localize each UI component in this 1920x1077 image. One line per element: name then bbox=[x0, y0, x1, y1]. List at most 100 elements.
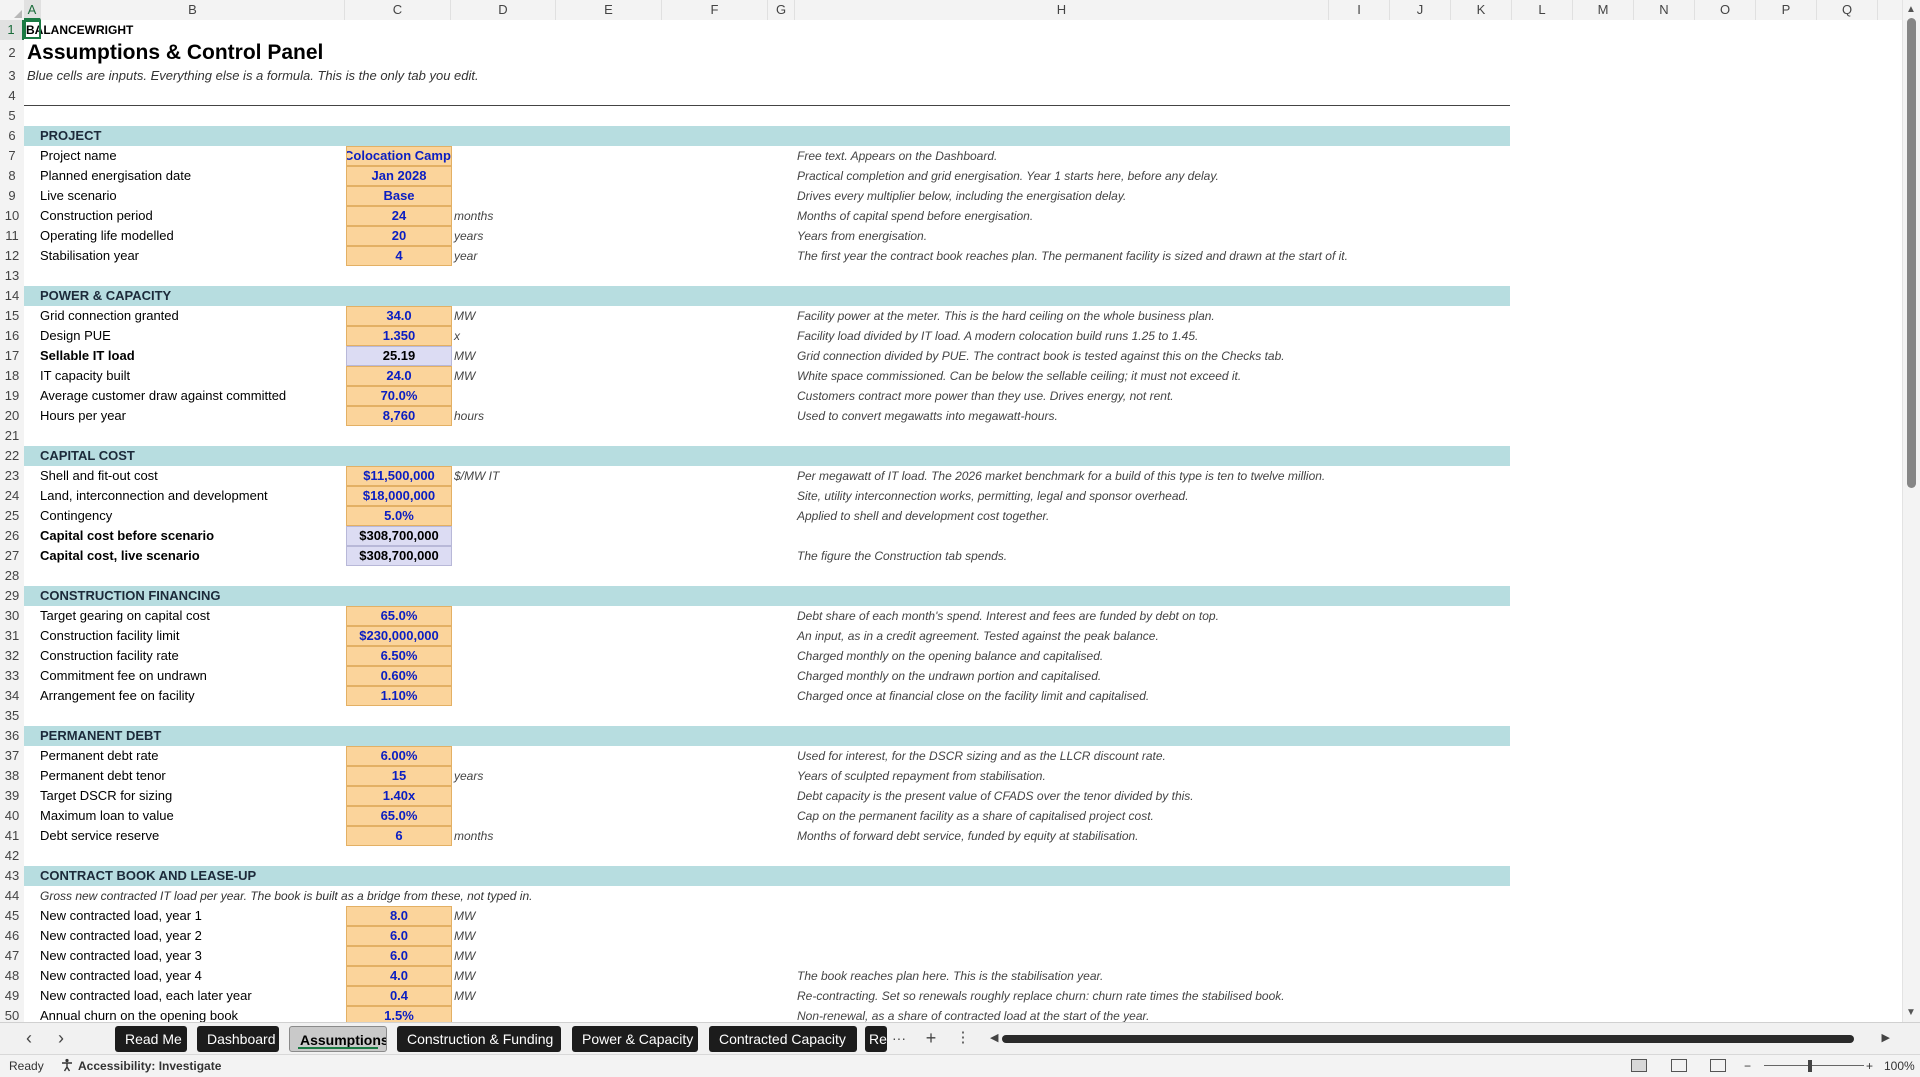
input-cell[interactable]: 24.0 bbox=[346, 366, 452, 386]
note-cell[interactable]: The book reaches plan here. This is the … bbox=[797, 966, 1103, 986]
note-cell[interactable]: Cap on the permanent facility as a share… bbox=[797, 806, 1154, 826]
column-header-l[interactable]: L bbox=[1512, 0, 1573, 20]
row-header[interactable]: 3 bbox=[0, 66, 24, 86]
input-cell[interactable]: $230,000,000 bbox=[346, 626, 452, 646]
note-cell[interactable]: The figure the Construction tab spends. bbox=[797, 546, 1007, 566]
accessibility-icon[interactable] bbox=[60, 1055, 74, 1077]
column-header-k[interactable]: K bbox=[1451, 0, 1512, 20]
input-cell[interactable]: 1.10% bbox=[346, 686, 452, 706]
column-header-f[interactable]: F bbox=[662, 0, 768, 20]
row-header[interactable]: 1 bbox=[0, 20, 24, 40]
input-label[interactable]: New contracted load, year 3 bbox=[40, 946, 202, 966]
brand-label[interactable]: BALANCEWRIGHT bbox=[26, 20, 133, 40]
input-label[interactable]: Contingency bbox=[40, 506, 112, 526]
scroll-left-icon[interactable]: ◀ bbox=[990, 1031, 998, 1044]
input-label[interactable]: Average customer draw against committed bbox=[40, 386, 286, 406]
note-cell[interactable]: Re-contracting. Set so renewals roughly … bbox=[797, 986, 1285, 1006]
row-header[interactable]: 17 bbox=[0, 346, 24, 366]
section-title[interactable]: CONTRACT BOOK AND LEASE-UP bbox=[40, 866, 256, 886]
vertical-scroll-thumb[interactable] bbox=[1907, 18, 1916, 488]
row-header[interactable]: 31 bbox=[0, 626, 24, 646]
row-header[interactable]: 47 bbox=[0, 946, 24, 966]
note-cell[interactable]: Per megawatt of IT load. The 2026 market… bbox=[797, 466, 1325, 486]
note-cell[interactable]: Free text. Appears on the Dashboard. bbox=[797, 146, 997, 166]
note-cell[interactable]: Customers contract more power than they … bbox=[797, 386, 1174, 406]
active-cell-a1[interactable] bbox=[24, 20, 41, 39]
row-header[interactable]: 10 bbox=[0, 206, 24, 226]
input-label[interactable]: Construction period bbox=[40, 206, 153, 226]
row-header[interactable]: 43 bbox=[0, 866, 24, 886]
column-header-o[interactable]: O bbox=[1695, 0, 1756, 20]
note-cell[interactable]: An input, as in a credit agreement. Test… bbox=[797, 626, 1159, 646]
column-header-h[interactable]: H bbox=[795, 0, 1329, 20]
input-label[interactable]: Grid connection granted bbox=[40, 306, 179, 326]
row-header[interactable]: 45 bbox=[0, 906, 24, 926]
scroll-up-icon[interactable]: ▲ bbox=[1906, 4, 1916, 15]
sheet-tab-contracted-capacity[interactable]: Contracted Capacity bbox=[709, 1026, 857, 1052]
sheet-tab-overflow[interactable]: Re bbox=[865, 1026, 887, 1052]
accessibility-status[interactable]: Accessibility: Investigate bbox=[78, 1055, 221, 1077]
input-cell[interactable]: Colocation Campus - Phase I bbox=[346, 146, 452, 166]
horizontal-scroll-thumb[interactable] bbox=[1002, 1035, 1854, 1043]
section-title[interactable]: PERMANENT DEBT bbox=[40, 726, 161, 746]
column-header-c[interactable]: C bbox=[345, 0, 451, 20]
input-label[interactable]: Permanent debt rate bbox=[40, 746, 159, 766]
row-header[interactable]: 42 bbox=[0, 846, 24, 866]
row-header[interactable]: 22 bbox=[0, 446, 24, 466]
row-header[interactable]: 5 bbox=[0, 106, 24, 126]
calc-label[interactable]: Capital cost before scenario bbox=[40, 526, 214, 546]
note-cell[interactable]: Drives every multiplier below, including… bbox=[797, 186, 1126, 206]
note-cell[interactable]: Charged monthly on the opening balance a… bbox=[797, 646, 1103, 666]
sheet-tab-dashboard[interactable]: Dashboard bbox=[197, 1026, 279, 1052]
column-header-a[interactable]: A bbox=[24, 0, 41, 20]
unit-cell[interactable]: MW bbox=[454, 986, 475, 1006]
row-header[interactable]: 8 bbox=[0, 166, 24, 186]
unit-cell[interactable]: MW bbox=[454, 966, 475, 986]
input-cell[interactable]: 1.40x bbox=[346, 786, 452, 806]
column-header-m[interactable]: M bbox=[1573, 0, 1634, 20]
zoom-level[interactable]: 100% bbox=[1884, 1055, 1915, 1077]
row-header[interactable]: 25 bbox=[0, 506, 24, 526]
input-cell[interactable]: 6.0 bbox=[346, 926, 452, 946]
note-cell[interactable]: Facility load divided by IT load. A mode… bbox=[797, 326, 1198, 346]
column-header-b[interactable]: B bbox=[41, 0, 345, 20]
note-cell[interactable]: Debt capacity is the present value of CF… bbox=[797, 786, 1194, 806]
calc-cell[interactable]: $308,700,000 bbox=[346, 526, 452, 546]
unit-cell[interactable]: years bbox=[454, 766, 483, 786]
row-header[interactable]: 27 bbox=[0, 546, 24, 566]
input-label[interactable]: Construction facility rate bbox=[40, 646, 179, 666]
input-cell[interactable]: $18,000,000 bbox=[346, 486, 452, 506]
note-cell[interactable]: Applied to shell and development cost to… bbox=[797, 506, 1049, 526]
note-cell[interactable]: Non-renewal, as a share of contracted lo… bbox=[797, 1006, 1149, 1022]
input-cell[interactable]: $11,500,000 bbox=[346, 466, 452, 486]
row-header[interactable]: 50 bbox=[0, 1006, 24, 1022]
note-cell[interactable]: Facility power at the meter. This is the… bbox=[797, 306, 1215, 326]
column-header-g[interactable]: G bbox=[768, 0, 795, 20]
input-label[interactable]: Hours per year bbox=[40, 406, 126, 426]
input-cell[interactable]: Jan 2028 bbox=[346, 166, 452, 186]
input-cell[interactable]: 6 bbox=[346, 826, 452, 846]
input-cell[interactable]: 8,760 bbox=[346, 406, 452, 426]
select-all-button[interactable] bbox=[0, 0, 25, 20]
row-header[interactable]: 28 bbox=[0, 566, 24, 586]
row-header[interactable]: 21 bbox=[0, 426, 24, 446]
unit-cell[interactable]: MW bbox=[454, 346, 475, 366]
input-cell[interactable]: 0.60% bbox=[346, 666, 452, 686]
input-label[interactable]: New contracted load, year 4 bbox=[40, 966, 202, 986]
row-header[interactable]: 13 bbox=[0, 266, 24, 286]
sheet-tab-construction-funding[interactable]: Construction & Funding bbox=[397, 1026, 561, 1052]
input-label[interactable]: Debt service reserve bbox=[40, 826, 159, 846]
unit-cell[interactable]: MW bbox=[454, 926, 475, 946]
input-cell[interactable]: 8.0 bbox=[346, 906, 452, 926]
input-label[interactable]: Arrangement fee on facility bbox=[40, 686, 195, 706]
chevron-right-icon[interactable]: › bbox=[50, 1027, 72, 1049]
unit-cell[interactable]: MW bbox=[454, 366, 475, 386]
note-cell[interactable]: Years from energisation. bbox=[797, 226, 927, 246]
input-cell[interactable]: 65.0% bbox=[346, 606, 452, 626]
row-header[interactable]: 26 bbox=[0, 526, 24, 546]
input-label[interactable]: Maximum loan to value bbox=[40, 806, 174, 826]
input-label[interactable]: Stabilisation year bbox=[40, 246, 139, 266]
tab-options-icon[interactable]: ⋮ bbox=[952, 1027, 974, 1049]
row-header[interactable]: 46 bbox=[0, 926, 24, 946]
note-cell[interactable]: Site, utility interconnection works, per… bbox=[797, 486, 1189, 506]
